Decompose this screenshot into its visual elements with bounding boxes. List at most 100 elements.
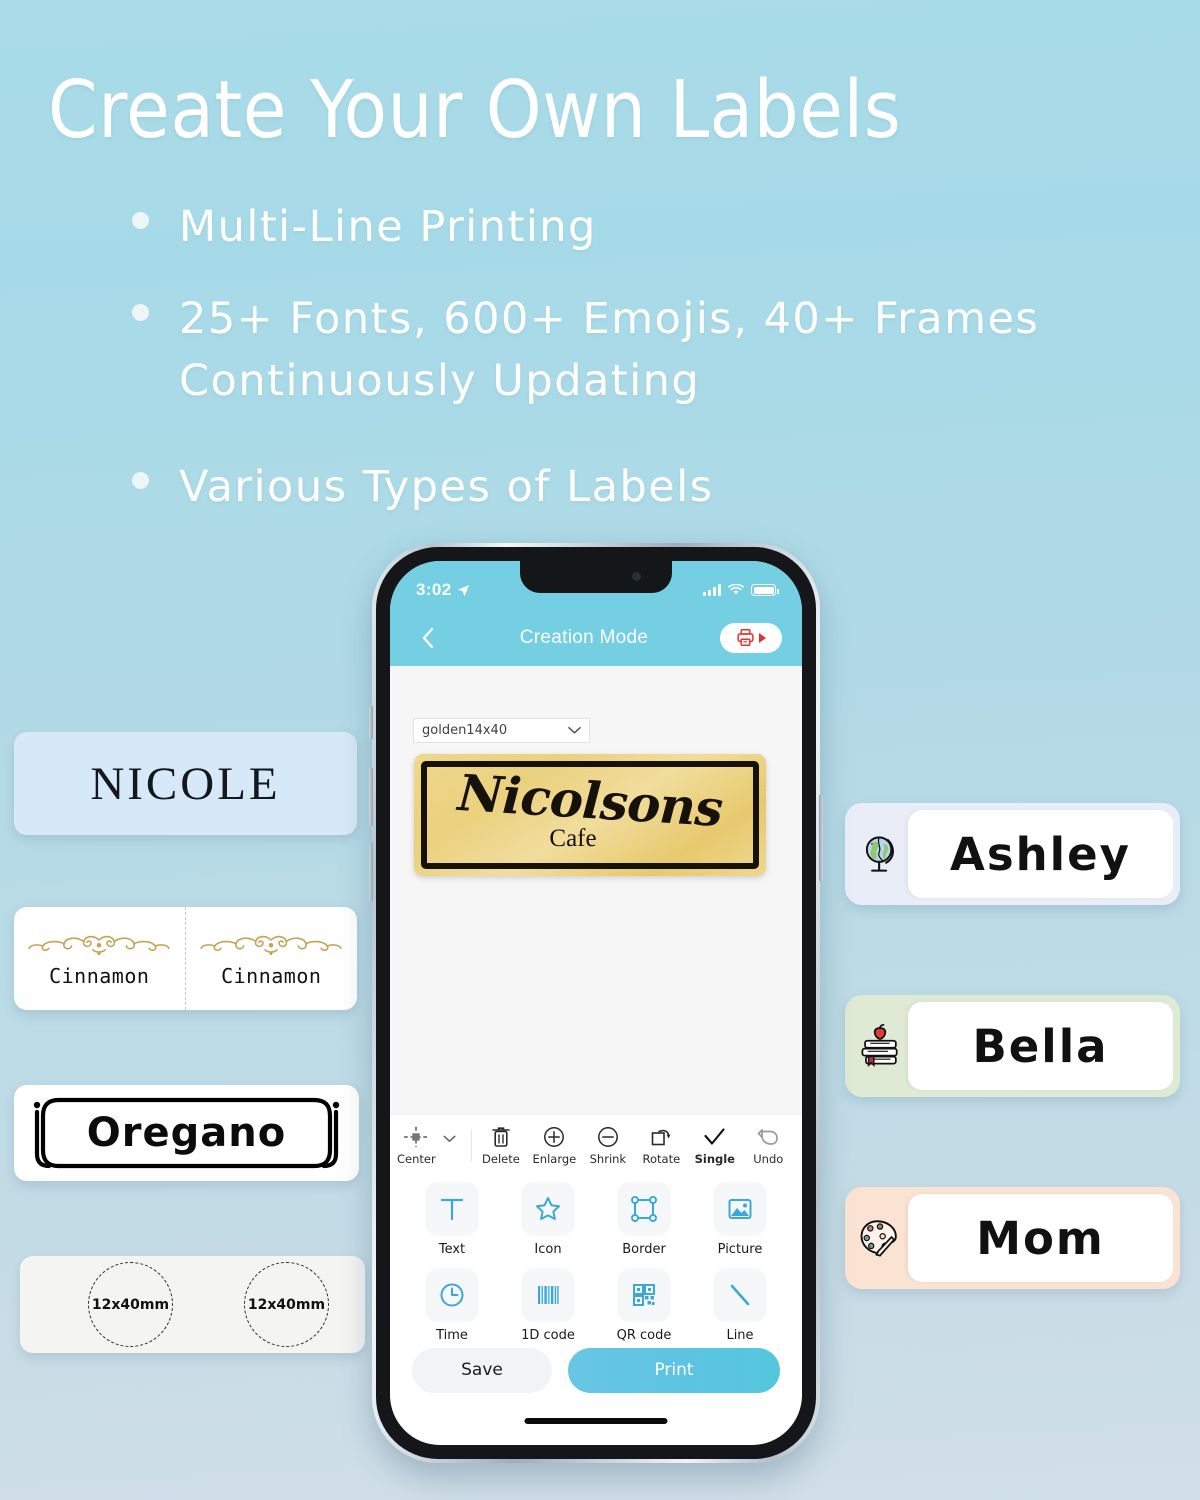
label-preview-plaque[interactable]: Nicolsons Cafe	[414, 754, 766, 876]
tool-1d-code[interactable]: 1D code	[500, 1268, 596, 1354]
toolbar-label: Shrink	[589, 1151, 627, 1166]
home-indicator[interactable]	[524, 1418, 668, 1424]
size-circle: 12x40mm	[88, 1262, 173, 1347]
books-apple-icon	[852, 1002, 908, 1090]
toolbar-label: Delete	[482, 1151, 520, 1166]
print-button[interactable]: Print	[568, 1347, 780, 1393]
bottom-actions: Save Print	[390, 1345, 802, 1395]
sample-nametag-ashley: Ashley	[845, 803, 1180, 905]
tool-qr-code[interactable]: QR code	[596, 1268, 692, 1354]
sample-label-nicole: NICOLE	[14, 732, 357, 835]
tool-picture[interactable]: Picture	[692, 1182, 788, 1268]
toolbar-divider	[471, 1129, 473, 1162]
tool-label: Icon	[534, 1242, 562, 1257]
clock-icon	[425, 1268, 479, 1322]
tool-label: Line	[726, 1328, 754, 1343]
toolbar-center-button[interactable]: Center	[397, 1126, 469, 1166]
tool-label: Border	[622, 1242, 666, 1257]
toolbar-enlarge-button[interactable]: Enlarge	[528, 1126, 581, 1166]
sample-label-cinnamon-pair: Cinnamon Cinnamon	[14, 907, 357, 1010]
label-size-select[interactable]: golden14x40	[413, 718, 590, 743]
toolbar-rotate-button[interactable]: Rotate	[635, 1126, 688, 1166]
globe-icon	[852, 810, 908, 898]
printer-icon	[737, 628, 754, 647]
chevron-down-icon	[568, 726, 581, 734]
flourish-center-dot	[96, 942, 102, 948]
size-circle-text: 12x40mm	[247, 1296, 326, 1313]
battery-icon	[751, 584, 779, 596]
nametag-panel: Ashley	[908, 810, 1173, 898]
tool-grid: Text Icon Border Picture Time 1D code QR…	[390, 1176, 802, 1354]
bullet-dot-icon	[132, 472, 149, 489]
save-button[interactable]: Save	[412, 1347, 552, 1393]
palette-icon	[852, 1194, 908, 1282]
image-icon	[713, 1182, 767, 1236]
play-triangle-icon	[759, 632, 766, 643]
nametag-panel: Bella	[908, 1002, 1173, 1090]
tool-label: Picture	[717, 1242, 763, 1257]
tool-label: Text	[438, 1242, 466, 1257]
feature-bullet-text: 25+ Fonts, 600+ Emojis, 40+ Frames Conti…	[179, 294, 1040, 406]
label-size-value: golden14x40	[422, 723, 508, 738]
sample-label-text: NICOLE	[90, 757, 281, 810]
nametag-text: Bella	[972, 1019, 1109, 1073]
sample-label-circle-sizes: 12x40mm 12x40mm	[20, 1256, 365, 1353]
tool-border[interactable]: Border	[596, 1182, 692, 1268]
phone-power-button[interactable]	[819, 795, 823, 881]
front-camera-icon	[632, 572, 641, 581]
sample-label-cinnamon-left: Cinnamon	[14, 907, 186, 1010]
sample-nametag-bella: Bella	[845, 995, 1180, 1097]
flourish-ornament-icon	[200, 935, 342, 956]
text-t-icon	[425, 1182, 479, 1236]
nametag-panel: Mom	[908, 1194, 1173, 1282]
plus-circle-icon	[544, 1126, 565, 1147]
toolbar-undo-button[interactable]: Undo	[742, 1126, 795, 1166]
border-frame-icon	[617, 1182, 671, 1236]
status-time: 3:02	[416, 580, 452, 599]
qr-code-icon	[617, 1268, 671, 1322]
app-header-title: Creation Mode	[519, 626, 649, 648]
bullet-dot-icon	[132, 212, 149, 229]
bullet-dot-icon	[132, 304, 149, 321]
edit-toolbar: Center Delete Enlarge Shrink Rotate Sing…	[390, 1114, 802, 1176]
print-shortcut-button[interactable]	[720, 622, 782, 653]
phone-screen: 3:02 Creation Mode golden14x40 Nicolsons…	[390, 561, 802, 1445]
align-center-icon	[404, 1126, 429, 1147]
star-icon	[521, 1182, 575, 1236]
feature-bullet: Various Types of Labels	[132, 456, 1142, 518]
wifi-icon	[728, 584, 744, 595]
tool-time[interactable]: Time	[404, 1268, 500, 1354]
tool-text[interactable]: Text	[404, 1182, 500, 1268]
sample-label-text: Oregano	[86, 1110, 287, 1156]
app-header: Creation Mode	[390, 609, 802, 666]
sample-label-text: Cinnamon	[49, 964, 150, 988]
chevron-down-icon[interactable]	[443, 1135, 456, 1143]
phone-notch	[520, 561, 672, 593]
phone-volume-up-button[interactable]	[369, 768, 373, 826]
page-title: Create Your Own Labels	[48, 64, 902, 156]
toolbar-label: Rotate	[642, 1151, 681, 1166]
sample-label-cinnamon-right: Cinnamon	[186, 907, 358, 1010]
cellular-signal-icon	[703, 584, 721, 596]
phone-volume-down-button[interactable]	[369, 843, 373, 901]
status-bar-left: 3:02	[416, 580, 470, 600]
tool-icon[interactable]: Icon	[500, 1182, 596, 1268]
tool-line[interactable]: Line	[692, 1268, 788, 1354]
tool-label: 1D code	[521, 1328, 575, 1343]
barcode-icon	[521, 1268, 575, 1322]
trash-icon	[492, 1126, 510, 1147]
back-chevron-icon[interactable]	[410, 621, 444, 655]
location-arrow-icon	[457, 584, 469, 596]
toolbar-delete-button[interactable]: Delete	[474, 1126, 527, 1166]
size-circle-text: 12x40mm	[91, 1296, 170, 1313]
plaque-inner-border: Nicolsons Cafe	[421, 761, 759, 869]
phone-silent-switch[interactable]	[369, 706, 373, 739]
toolbar-single-button[interactable]: Single	[688, 1126, 741, 1166]
sample-label-text: Cinnamon	[221, 964, 322, 988]
phone-body: 3:02 Creation Mode golden14x40 Nicolsons…	[376, 547, 816, 1459]
label-canvas: golden14x40 Nicolsons Cafe	[390, 666, 802, 1114]
minus-circle-icon	[597, 1126, 618, 1147]
toolbar-shrink-button[interactable]: Shrink	[581, 1126, 634, 1166]
tool-label: QR code	[616, 1328, 672, 1343]
feature-bullet-text: Multi-Line Printing	[179, 202, 597, 252]
